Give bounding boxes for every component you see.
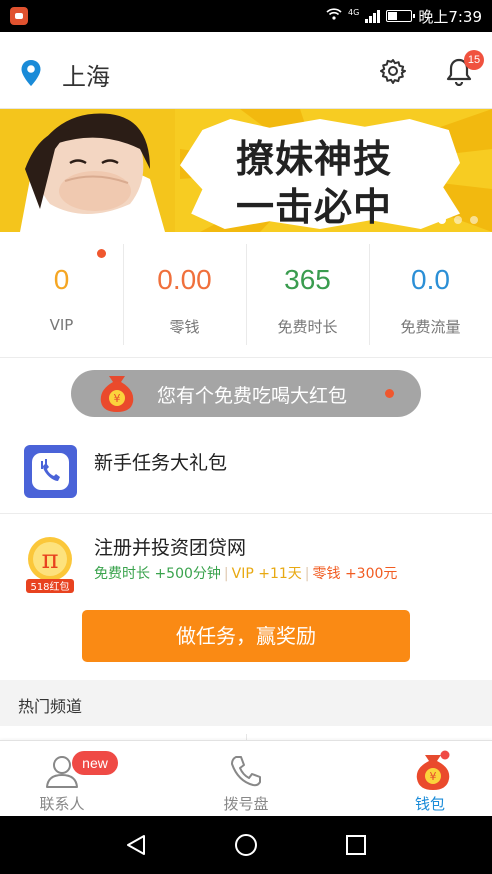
banner-dot[interactable] <box>470 216 478 224</box>
banner-slogan-line1: 撩妹神技 <box>236 137 393 181</box>
back-icon[interactable] <box>124 833 148 857</box>
stat-label: VIP <box>49 316 74 334</box>
stat-value: 0 <box>53 264 70 295</box>
tab-label: 钱包 <box>414 795 445 813</box>
banner-dot[interactable] <box>406 216 414 224</box>
stat-vip[interactable]: 0 VIP <box>0 232 123 357</box>
reward-value: +300元 <box>344 566 398 582</box>
task-rewards: 免费时长 +500分钟 | VIP +11天 | 零钱 +300元 <box>94 563 397 583</box>
reward-value: +500分钟 <box>154 566 221 582</box>
task-title: 注册并投资团贷网 <box>94 537 247 559</box>
svg-text:¥: ¥ <box>114 392 121 405</box>
recents-icon[interactable] <box>344 833 368 857</box>
hot-channels-header: 热门频道 <box>0 680 492 726</box>
stat-label: 免费时长 <box>277 318 338 336</box>
red-packet-banner[interactable]: ¥ 您有个免费吃喝大红包 <box>71 370 421 417</box>
gear-icon[interactable] <box>380 58 406 84</box>
promo-banner[interactable]: 撩妹神技 一击必中 <box>0 109 492 232</box>
notification-badge: 15 <box>464 50 484 70</box>
tuandai-logo-icon: π 518红包 <box>26 537 74 593</box>
system-nav-bar <box>0 816 492 874</box>
task-register-invest[interactable]: π 518红包 注册并投资团贷网 免费时长 +500分钟 | VIP +11天 | 零钱… <box>0 515 492 605</box>
reward-label: 免费时长 <box>94 566 150 582</box>
tab-label: 联系人 <box>39 795 85 813</box>
tab-contacts[interactable]: new 联系人 <box>0 741 164 817</box>
stat-label: 零钱 <box>169 318 200 336</box>
tab-label: 拨号盘 <box>223 795 269 813</box>
task-title: 新手任务大礼包 <box>94 452 228 474</box>
stat-value: 365 <box>284 264 331 295</box>
reward-label: VIP <box>231 566 254 582</box>
clock: 晚上7:39 <box>418 7 482 26</box>
money-bag-icon: ¥ <box>100 376 134 412</box>
network-type: 4G <box>348 7 360 17</box>
status-bar: 4G 晚上7:39 <box>0 0 492 32</box>
home-icon[interactable] <box>234 833 258 857</box>
reward-label: 零钱 <box>312 566 341 582</box>
banner-dot[interactable] <box>454 216 462 224</box>
app-header: 上海 15 <box>0 32 492 109</box>
tab-wallet[interactable]: ¥ 钱包 <box>328 741 492 817</box>
banner-dot[interactable] <box>422 216 430 224</box>
bottom-tab-bar: new 联系人 拨号盘 ¥ 钱包 <box>0 740 492 816</box>
wallet-stats: 0 VIP 0.00 零钱 365 免费时长 0.0 免费流量 <box>0 232 492 358</box>
city-selector[interactable]: 上海 <box>62 57 110 92</box>
section-title: 热门频道 <box>18 697 83 716</box>
red-packet-text: 您有个免费吃喝大红包 <box>157 385 348 407</box>
reward-value: +11天 <box>258 566 302 582</box>
girl-laughing-image <box>0 109 175 232</box>
status-indicators: 4G 晚上7:39 <box>326 0 482 32</box>
stat-free-time[interactable]: 365 免费时长 <box>246 232 369 357</box>
wallet-bag-icon: ¥ <box>416 750 450 790</box>
location-pin-icon[interactable] <box>20 59 42 87</box>
reward-separator: | <box>304 566 310 582</box>
do-task-button[interactable]: 做任务，赢奖励 <box>82 610 410 662</box>
svg-text:¥: ¥ <box>430 770 437 783</box>
new-dot-indicator <box>97 249 106 258</box>
signal-icon <box>365 9 381 23</box>
app-notification-icon <box>10 7 28 25</box>
stat-value: 0.00 <box>157 264 212 295</box>
banner-dot-active[interactable] <box>438 216 446 224</box>
new-badge: new <box>72 751 118 775</box>
stat-change[interactable]: 0.00 零钱 <box>123 232 246 357</box>
logo-caption: 518红包 <box>30 580 69 593</box>
tab-dialpad[interactable]: 拨号盘 <box>164 741 328 817</box>
stat-label: 免费流量 <box>400 318 461 336</box>
new-dot-indicator <box>385 389 394 398</box>
stat-value: 0.0 <box>411 264 450 295</box>
task-newbie-gift[interactable]: 新手任务大礼包 <box>0 430 492 514</box>
wifi-icon <box>326 8 342 24</box>
svg-text:π: π <box>41 545 58 575</box>
phone-icon <box>231 756 261 787</box>
banner-slogan: 撩妹神技 一击必中 <box>236 135 392 231</box>
battery-icon <box>386 10 416 22</box>
hot-channels-row <box>0 726 492 744</box>
stat-free-data[interactable]: 0.0 免费流量 <box>369 232 492 357</box>
banner-pagination <box>406 216 478 224</box>
phone-call-icon <box>24 445 77 498</box>
banner-slogan-line2: 一击必中 <box>236 185 393 229</box>
reward-separator: | <box>223 566 229 582</box>
